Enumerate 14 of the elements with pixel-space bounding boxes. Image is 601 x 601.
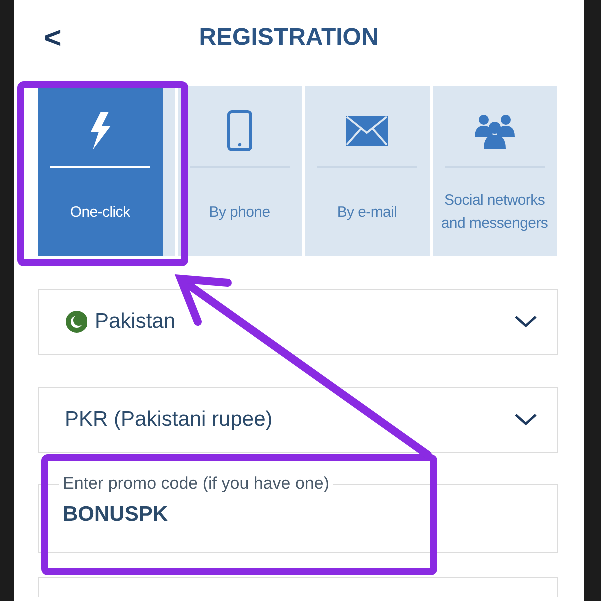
select-value: Pakistan xyxy=(95,309,177,336)
chevron-down-icon xyxy=(515,316,537,328)
select-field[interactable]: Pakistan xyxy=(38,289,558,355)
select-field[interactable]: PKR (Pakistani rupee) xyxy=(38,387,558,453)
text-field[interactable] xyxy=(38,577,558,597)
envelope-icon xyxy=(346,116,388,146)
back-button[interactable]: < xyxy=(38,16,68,60)
chevron-down-icon xyxy=(515,414,537,426)
page-title: REGISTRATION xyxy=(198,23,380,53)
field-value: BONUSPK xyxy=(62,502,168,528)
select-value: PKR (Pakistani rupee) xyxy=(65,407,274,434)
phone-icon xyxy=(226,110,253,152)
people-icon xyxy=(472,113,517,149)
field-label: Enter promo code (if you have one) xyxy=(62,473,330,495)
